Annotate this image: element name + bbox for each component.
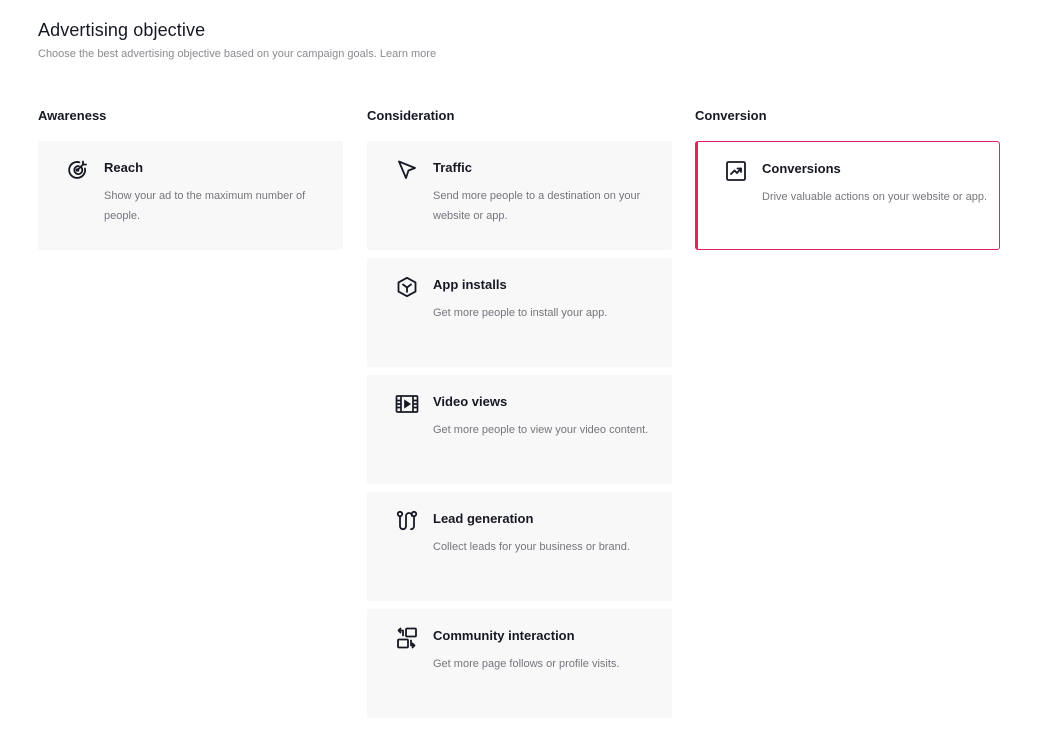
objective-card-conversions[interactable]: Conversions Drive valuable actions on yo… — [695, 141, 1000, 250]
community-swap-icon — [395, 626, 419, 650]
card-title: Traffic — [433, 160, 473, 175]
objective-card-reach[interactable]: Reach Show your ad to the maximum number… — [38, 141, 343, 250]
objective-card-video-views[interactable]: Video views Get more people to view your… — [367, 375, 672, 484]
card-description: Get more people to view your video conte… — [433, 424, 649, 436]
conversion-column: Conversion Conversions Drive valuable ac… — [695, 108, 1000, 258]
card-title: Lead generation — [433, 511, 534, 526]
card-description: Send more people to a destination on you… — [433, 190, 641, 222]
card-title: Video views — [433, 394, 508, 409]
cursor-arrow-icon — [395, 158, 419, 182]
card-description: Get more page follows or profile visits. — [433, 658, 620, 670]
card-title: Conversions — [762, 161, 841, 176]
consideration-heading: Consideration — [367, 108, 455, 123]
objective-card-lead-generation[interactable]: Lead generation Collect leads for your b… — [367, 492, 672, 601]
app-cube-icon — [395, 275, 419, 299]
card-title: Reach — [104, 160, 144, 175]
advertising-objective-page: Advertising objective Choose the best ad… — [0, 0, 1056, 740]
card-description: Drive valuable actions on your website o… — [762, 191, 988, 203]
subtitle-text: Choose the best advertising objective ba… — [38, 48, 377, 60]
card-description: Show your ad to the maximum number of pe… — [104, 190, 306, 222]
card-description: Get more people to install your app. — [433, 307, 608, 319]
card-title: App installs — [433, 277, 507, 292]
awareness-heading: Awareness — [38, 108, 107, 123]
trend-chart-icon — [724, 159, 748, 183]
page-title: Advertising objective — [38, 20, 206, 40]
learn-more-link[interactable]: Learn more — [380, 48, 436, 60]
conversion-heading: Conversion — [695, 108, 767, 123]
page-subtitle: Choose the best advertising objective ba… — [38, 48, 436, 60]
card-title: Community interaction — [433, 628, 575, 643]
reach-target-icon — [66, 158, 90, 182]
film-play-icon — [395, 392, 419, 416]
awareness-column: Awareness Reach Show your ad to the maxi… — [38, 108, 343, 258]
objective-card-app-installs[interactable]: App installs Get more people to install … — [367, 258, 672, 367]
objective-card-traffic[interactable]: Traffic Send more people to a destinatio… — [367, 141, 672, 250]
objective-card-community-interaction[interactable]: Community interaction Get more page foll… — [367, 609, 672, 718]
funnel-path-icon — [395, 509, 419, 533]
card-description: Collect leads for your business or brand… — [433, 541, 630, 553]
consideration-column: Consideration Traffic Send more people t… — [367, 108, 672, 726]
